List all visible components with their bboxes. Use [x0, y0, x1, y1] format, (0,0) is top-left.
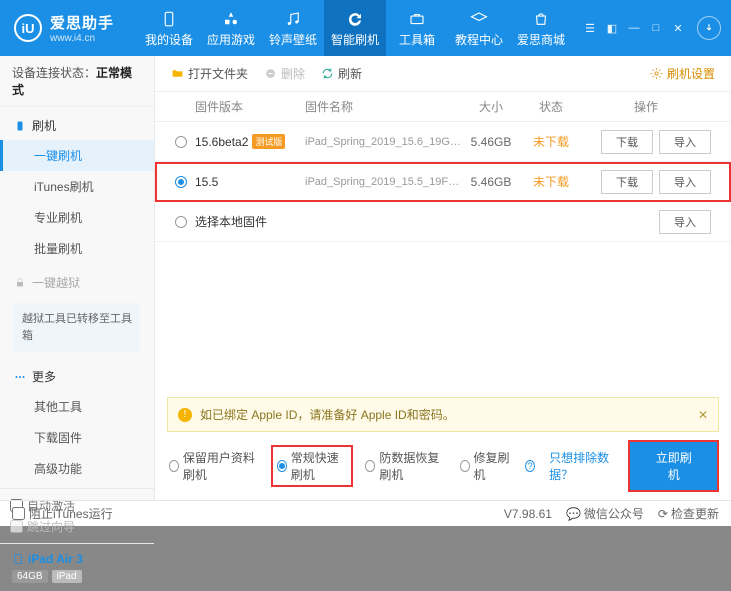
sidebar-item-advanced[interactable]: 高级功能	[0, 453, 154, 484]
download-button[interactable]: 下载	[601, 170, 653, 194]
nav-my-device[interactable]: 我的设备	[138, 0, 200, 56]
mode-normal[interactable]: 常规快速刷机	[273, 447, 352, 485]
toolbar: 打开文件夹 删除 刷新 刷机设置	[155, 56, 731, 92]
block-itunes-checkbox[interactable]: 阻止iTunes运行	[12, 505, 113, 522]
app-logo: iU 爱思助手 www.i4.cn	[0, 12, 128, 44]
sidebar-item-oneclick[interactable]: 一键刷机	[0, 140, 154, 171]
exclude-data-link[interactable]: 只想排除数据？	[549, 449, 616, 483]
firmware-row[interactable]: 15.6beta2测试版 iPad_Spring_2019_15.6_19G50…	[155, 122, 731, 162]
sidebar-item-other[interactable]: 其他工具	[0, 391, 154, 422]
close-icon[interactable]: ✕	[671, 21, 685, 35]
sidebar-item-itunes[interactable]: iTunes刷机	[0, 171, 154, 202]
info-icon[interactable]: ?	[525, 460, 535, 472]
main-nav: 我的设备 应用游戏 铃声壁纸 智能刷机 工具箱 教程中心 爱思商城	[138, 0, 572, 56]
mode-repair[interactable]: 修复刷机	[460, 449, 511, 483]
mode-anti-recovery[interactable]: 防数据恢复刷机	[365, 449, 445, 483]
version-label: V7.98.61	[504, 505, 552, 522]
import-button[interactable]: 导入	[659, 170, 711, 194]
download-manager-icon[interactable]	[697, 16, 721, 40]
download-button[interactable]: 下载	[601, 130, 653, 154]
maximize-icon[interactable]: □	[649, 21, 663, 35]
nav-ringtone[interactable]: 铃声壁纸	[262, 0, 324, 56]
row-radio[interactable]	[175, 216, 187, 228]
nav-apps[interactable]: 应用游戏	[200, 0, 262, 56]
local-firmware-row[interactable]: 选择本地固件 导入	[155, 202, 731, 242]
device-type-badge: iPad	[52, 570, 82, 583]
firmware-row-selected[interactable]: 15.5 iPad_Spring_2019_15.5_19F77_Restore…	[155, 162, 731, 202]
import-button[interactable]: 导入	[659, 130, 711, 154]
refresh-button[interactable]: 刷新	[321, 65, 362, 82]
check-update-link[interactable]: ⟳ 检查更新	[658, 505, 719, 522]
delete-button: 删除	[264, 65, 305, 82]
close-warning-icon[interactable]: ✕	[698, 408, 708, 422]
sidebar-item-download[interactable]: 下载固件	[0, 422, 154, 453]
sidebar-header-flash[interactable]: 刷机	[0, 111, 154, 140]
row-radio[interactable]	[175, 176, 187, 188]
warning-icon: !	[178, 408, 192, 422]
nav-mall[interactable]: 爱思商城	[510, 0, 572, 56]
table-header: 固件版本 固件名称 大小 状态 操作	[155, 92, 731, 122]
app-url: www.i4.cn	[50, 33, 114, 44]
skin-icon[interactable]: ◧	[605, 21, 619, 35]
sidebar-header-more[interactable]: 更多	[0, 362, 154, 391]
beta-badge: 测试版	[252, 134, 285, 149]
open-folder-button[interactable]: 打开文件夹	[171, 65, 248, 82]
flash-settings-button[interactable]: 刷机设置	[650, 65, 715, 82]
nav-toolbox[interactable]: 工具箱	[386, 0, 448, 56]
warning-bar: ! 如已绑定 Apple ID，请准备好 Apple ID和密码。 ✕	[167, 397, 719, 432]
logo-icon: iU	[14, 14, 42, 42]
status-bar: 阻止iTunes运行 V7.98.61 💬 微信公众号 ⟳ 检查更新	[0, 500, 731, 526]
device-info[interactable]: iPad Air 3 64GBiPad	[0, 543, 154, 591]
nav-tutorial[interactable]: 教程中心	[448, 0, 510, 56]
sidebar-item-batch[interactable]: 批量刷机	[0, 233, 154, 264]
app-name: 爱思助手	[50, 12, 114, 33]
sidebar: 设备连接状态：正常模式 刷机 一键刷机 iTunes刷机 专业刷机 批量刷机 一…	[0, 56, 155, 500]
flash-modes: 保留用户资料刷机 常规快速刷机 防数据恢复刷机 修复刷机 ? 只想排除数据？ 立…	[155, 432, 731, 500]
sidebar-item-pro[interactable]: 专业刷机	[0, 202, 154, 233]
title-bar: iU 爱思助手 www.i4.cn 我的设备 应用游戏 铃声壁纸 智能刷机 工具…	[0, 0, 731, 56]
nav-flash[interactable]: 智能刷机	[324, 0, 386, 56]
import-button[interactable]: 导入	[659, 210, 711, 234]
wechat-link[interactable]: 💬 微信公众号	[566, 505, 644, 522]
minimize-icon[interactable]: —	[627, 21, 641, 35]
menu-icon[interactable]: ☰	[583, 21, 597, 35]
connection-status: 设备连接状态：正常模式	[0, 56, 154, 107]
jailbreak-note: 越狱工具已转移至工具箱	[14, 303, 140, 352]
mode-keep-data[interactable]: 保留用户资料刷机	[169, 449, 259, 483]
storage-badge: 64GB	[12, 570, 48, 583]
sidebar-header-jailbreak: 一键越狱	[0, 268, 154, 297]
flash-now-button[interactable]: 立即刷机	[630, 442, 717, 490]
row-radio[interactable]	[175, 136, 187, 148]
